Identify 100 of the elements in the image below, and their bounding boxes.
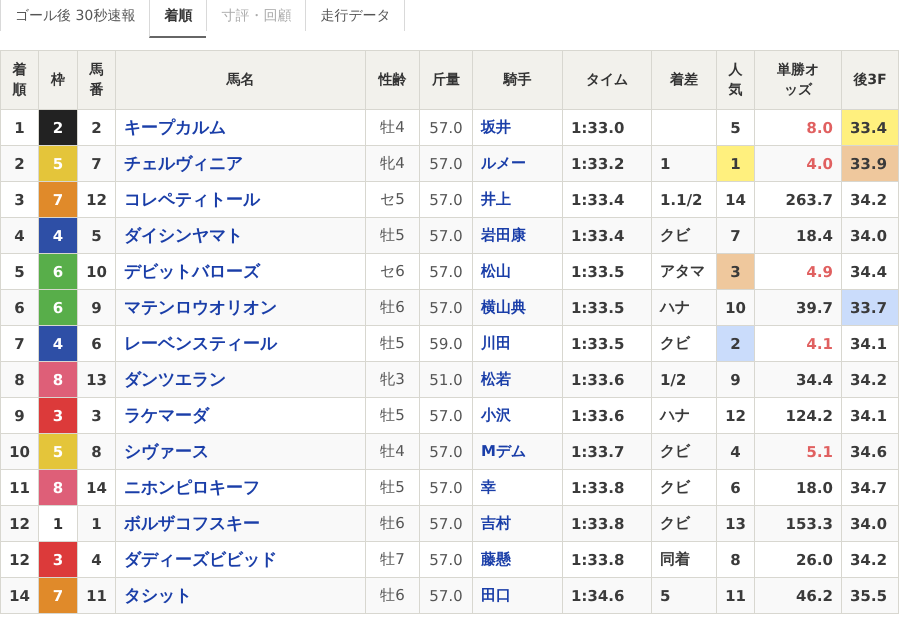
jockey-link[interactable]: 横山典 <box>472 290 562 326</box>
jockey-link[interactable]: 吉村 <box>472 506 562 542</box>
jockey-link[interactable]: 田口 <box>472 578 562 614</box>
horse-name-link[interactable]: タシット <box>116 578 366 614</box>
sex-age-cell: 牡6 <box>366 290 420 326</box>
odds-cell: 39.7 <box>754 290 842 326</box>
last-3f-cell: 34.2 <box>842 362 898 398</box>
column-header: 着順 <box>0 50 38 110</box>
popularity-cell: 10 <box>716 290 754 326</box>
jockey-link[interactable]: 岩田康 <box>472 218 562 254</box>
weight-cell: 57.0 <box>420 506 472 542</box>
sex-age-cell: 牡6 <box>366 506 420 542</box>
last-3f-cell: 35.5 <box>842 578 898 614</box>
last-3f-cell: 33.7 <box>842 290 898 326</box>
margin-cell: クビ <box>652 506 716 542</box>
time-cell: 1:33.5 <box>562 290 652 326</box>
sex-age-cell: 牝4 <box>366 146 420 182</box>
horse-name-link[interactable]: チェルヴィニア <box>116 146 366 182</box>
frame-cell: 6 <box>38 290 78 326</box>
column-header: 単勝オッズ <box>754 50 842 110</box>
last-3f-cell: 33.9 <box>842 146 898 182</box>
popularity-cell: 3 <box>716 254 754 290</box>
frame-cell: 4 <box>38 326 78 362</box>
odds-cell: 46.2 <box>754 578 842 614</box>
frame-cell: 6 <box>38 254 78 290</box>
frame-cell: 1 <box>38 506 78 542</box>
column-header: 着差 <box>652 50 716 110</box>
number-cell: 9 <box>78 290 116 326</box>
column-header: 斤量 <box>420 50 472 110</box>
horse-name-link[interactable]: ボルザコフスキー <box>116 506 366 542</box>
last-3f-cell: 34.0 <box>842 506 898 542</box>
popularity-cell: 2 <box>716 326 754 362</box>
horse-name-link[interactable]: シヴァース <box>116 434 366 470</box>
number-cell: 5 <box>78 218 116 254</box>
popularity-cell: 11 <box>716 578 754 614</box>
time-cell: 1:33.8 <box>562 506 652 542</box>
horse-name-link[interactable]: マテンロウオリオン <box>116 290 366 326</box>
column-header: 馬番 <box>78 50 116 110</box>
tab[interactable]: 走行データ <box>305 0 406 31</box>
time-cell: 1:33.2 <box>562 146 652 182</box>
frame-cell: 3 <box>38 542 78 578</box>
tab[interactable]: ゴール後 30秒速報 <box>0 0 150 31</box>
sex-age-cell: 牡5 <box>366 218 420 254</box>
popularity-cell: 1 <box>716 146 754 182</box>
weight-cell: 57.0 <box>420 218 472 254</box>
last-3f-cell: 34.0 <box>842 218 898 254</box>
time-cell: 1:33.7 <box>562 434 652 470</box>
rank-cell: 14 <box>0 578 38 614</box>
rank-cell: 12 <box>0 506 38 542</box>
rank-cell: 4 <box>0 218 38 254</box>
frame-cell: 2 <box>38 110 78 146</box>
frame-cell: 3 <box>38 398 78 434</box>
column-header: 人気 <box>716 50 754 110</box>
sex-age-cell: 牝3 <box>366 362 420 398</box>
frame-cell: 8 <box>38 362 78 398</box>
column-header: 枠 <box>38 50 78 110</box>
rank-cell: 10 <box>0 434 38 470</box>
rank-cell: 2 <box>0 146 38 182</box>
time-cell: 1:34.6 <box>562 578 652 614</box>
last-3f-cell: 33.4 <box>842 110 898 146</box>
odds-cell: 5.1 <box>754 434 842 470</box>
sex-age-cell: 牡4 <box>366 434 420 470</box>
column-header: 騎手 <box>472 50 562 110</box>
odds-cell: 4.0 <box>754 146 842 182</box>
time-cell: 1:33.6 <box>562 362 652 398</box>
horse-name-link[interactable]: ダンツエラン <box>116 362 366 398</box>
weight-cell: 57.0 <box>420 434 472 470</box>
column-header: タイム <box>562 50 652 110</box>
odds-cell: 18.4 <box>754 218 842 254</box>
margin-cell: クビ <box>652 218 716 254</box>
margin-cell: クビ <box>652 434 716 470</box>
jockey-link[interactable]: Mデム <box>472 434 562 470</box>
frame-cell: 5 <box>38 434 78 470</box>
margin-cell: 1 <box>652 146 716 182</box>
frame-cell: 4 <box>38 218 78 254</box>
weight-cell: 57.0 <box>420 290 472 326</box>
popularity-cell: 4 <box>716 434 754 470</box>
frame-cell: 5 <box>38 146 78 182</box>
popularity-cell: 13 <box>716 506 754 542</box>
jockey-link[interactable]: ルメー <box>472 146 562 182</box>
rank-cell: 6 <box>0 290 38 326</box>
weight-cell: 57.0 <box>420 578 472 614</box>
frame-cell: 7 <box>38 182 78 218</box>
number-cell: 1 <box>78 506 116 542</box>
weight-cell: 51.0 <box>420 362 472 398</box>
tab[interactable]: 着順 <box>149 0 206 38</box>
number-cell: 13 <box>78 362 116 398</box>
horse-name-link[interactable]: ダイシンヤマト <box>116 218 366 254</box>
weight-cell: 57.0 <box>420 146 472 182</box>
number-cell: 8 <box>78 434 116 470</box>
margin-cell: 1/2 <box>652 362 716 398</box>
number-cell: 7 <box>78 146 116 182</box>
time-cell: 1:33.4 <box>562 218 652 254</box>
jockey-link[interactable]: 松若 <box>472 362 562 398</box>
odds-cell: 34.4 <box>754 362 842 398</box>
column-header: 性齢 <box>366 50 420 110</box>
frame-cell: 8 <box>38 470 78 506</box>
popularity-cell: 9 <box>716 362 754 398</box>
odds-cell: 153.3 <box>754 506 842 542</box>
last-3f-cell: 34.6 <box>842 434 898 470</box>
